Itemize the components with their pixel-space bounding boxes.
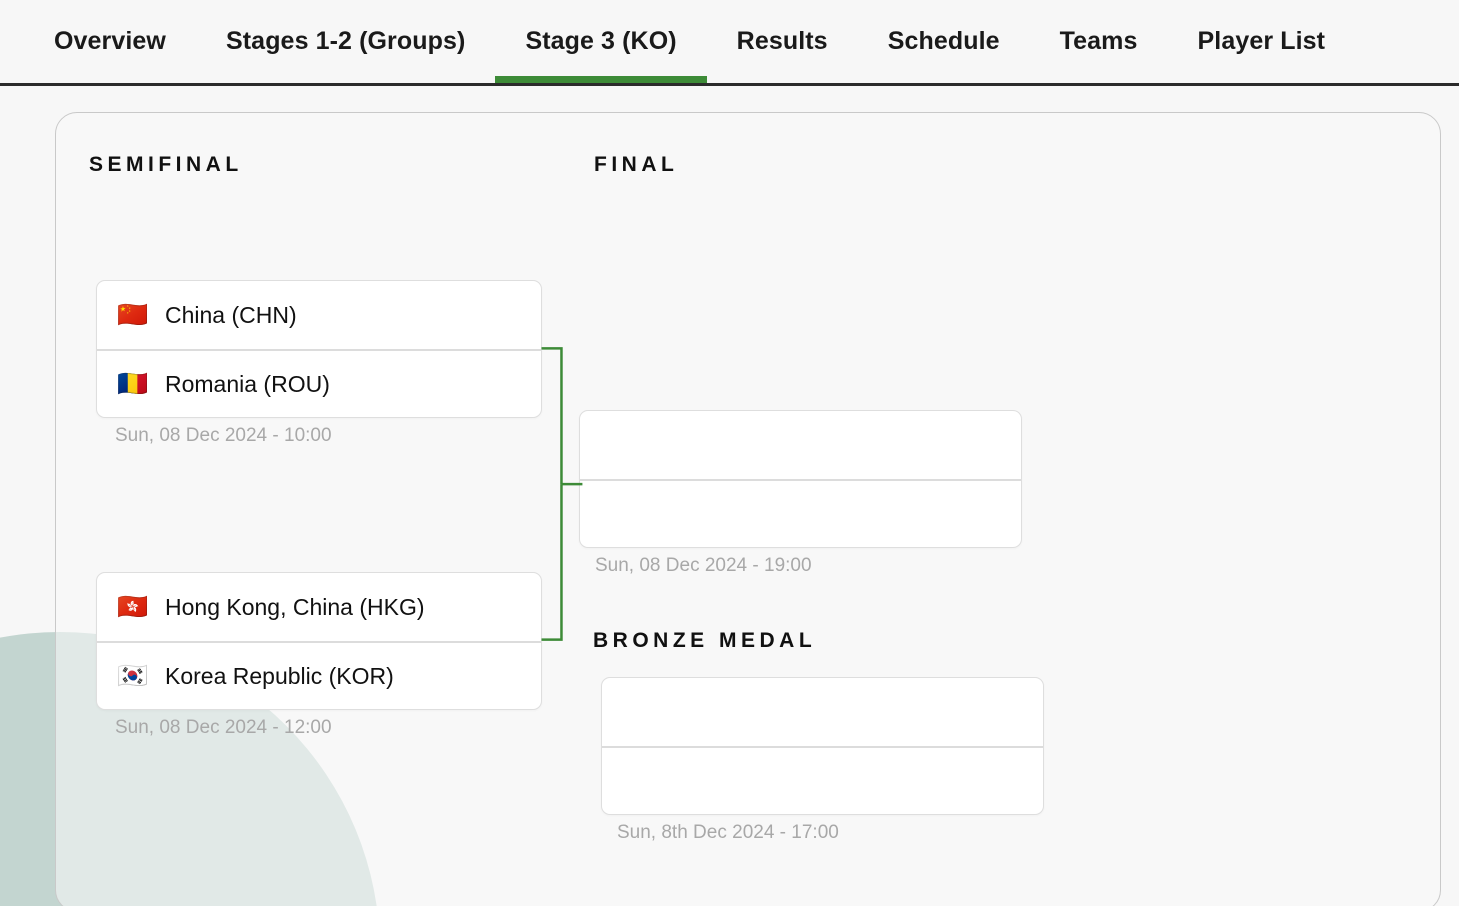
tab-label: Stage 3 (KO) <box>525 27 676 56</box>
team-row[interactable] <box>602 746 1043 814</box>
tab-label: Results <box>737 27 828 56</box>
tab-label: Stages 1-2 (Groups) <box>226 27 465 56</box>
team-row[interactable] <box>580 479 1021 547</box>
tab-teams[interactable]: Teams <box>1030 0 1168 83</box>
match-date: Sun, 08 Dec 2024 - 12:00 <box>96 717 542 739</box>
bronze-medal-heading: BRONZE MEDAL <box>593 629 816 653</box>
tab-active-underline <box>495 76 706 83</box>
flag-romania-icon: 🇷🇴 <box>117 372 149 397</box>
team-name: Hong Kong, China (HKG) <box>165 594 425 621</box>
tab-overview[interactable]: Overview <box>24 0 196 83</box>
match-semifinal-1[interactable]: 🇨🇳 China (CHN) 🇷🇴 Romania (ROU) Sun, 08 … <box>96 280 542 447</box>
match-date: Sun, 8th Dec 2024 - 17:00 <box>601 822 1044 844</box>
match-box[interactable]: 🇨🇳 China (CHN) 🇷🇴 Romania (ROU) <box>96 280 542 418</box>
flag-hong-kong-icon: 🇭🇰 <box>117 595 149 620</box>
team-row[interactable]: 🇰🇷 Korea Republic (KOR) <box>97 641 541 709</box>
team-name: Korea Republic (KOR) <box>165 663 394 690</box>
knockout-bracket: SEMIFINAL FINAL BRONZE MEDAL 🇨🇳 China (C… <box>56 113 1440 906</box>
flag-korea-icon: 🇰🇷 <box>117 664 149 689</box>
match-date: Sun, 08 Dec 2024 - 19:00 <box>579 555 1022 577</box>
bracket-panel: SEMIFINAL FINAL BRONZE MEDAL 🇨🇳 China (C… <box>55 112 1441 906</box>
team-name: China (CHN) <box>165 302 297 329</box>
final-heading: FINAL <box>594 153 678 177</box>
match-bronze-medal[interactable]: Sun, 8th Dec 2024 - 17:00 <box>601 677 1044 844</box>
tab-results[interactable]: Results <box>707 0 858 83</box>
tab-schedule[interactable]: Schedule <box>858 0 1030 83</box>
semifinal-heading: SEMIFINAL <box>89 153 243 177</box>
tab-player-list[interactable]: Player List <box>1168 0 1356 83</box>
match-box[interactable] <box>601 677 1044 815</box>
tab-label: Teams <box>1060 27 1138 56</box>
team-row[interactable]: 🇨🇳 China (CHN) <box>97 281 541 349</box>
main-tab-bar: Overview Stages 1-2 (Groups) Stage 3 (KO) R… <box>0 0 1459 86</box>
tab-label: Schedule <box>888 27 1000 56</box>
team-row[interactable]: 🇭🇰 Hong Kong, China (HKG) <box>97 573 541 641</box>
match-box[interactable]: 🇭🇰 Hong Kong, China (HKG) 🇰🇷 Korea Repub… <box>96 572 542 710</box>
match-date: Sun, 08 Dec 2024 - 10:00 <box>96 425 542 447</box>
team-row[interactable] <box>580 411 1021 479</box>
tab-label: Player List <box>1198 27 1326 56</box>
match-box[interactable] <box>579 410 1022 548</box>
team-row[interactable]: 🇷🇴 Romania (ROU) <box>97 349 541 417</box>
flag-china-icon: 🇨🇳 <box>117 303 149 328</box>
team-row[interactable] <box>602 678 1043 746</box>
team-name: Romania (ROU) <box>165 371 330 398</box>
tab-stages-1-2-groups[interactable]: Stages 1-2 (Groups) <box>196 0 495 83</box>
tab-stage-3-ko[interactable]: Stage 3 (KO) <box>495 0 706 83</box>
tab-label: Overview <box>54 27 166 56</box>
match-semifinal-2[interactable]: 🇭🇰 Hong Kong, China (HKG) 🇰🇷 Korea Repub… <box>96 572 542 739</box>
match-final[interactable]: Sun, 08 Dec 2024 - 19:00 <box>579 410 1022 577</box>
